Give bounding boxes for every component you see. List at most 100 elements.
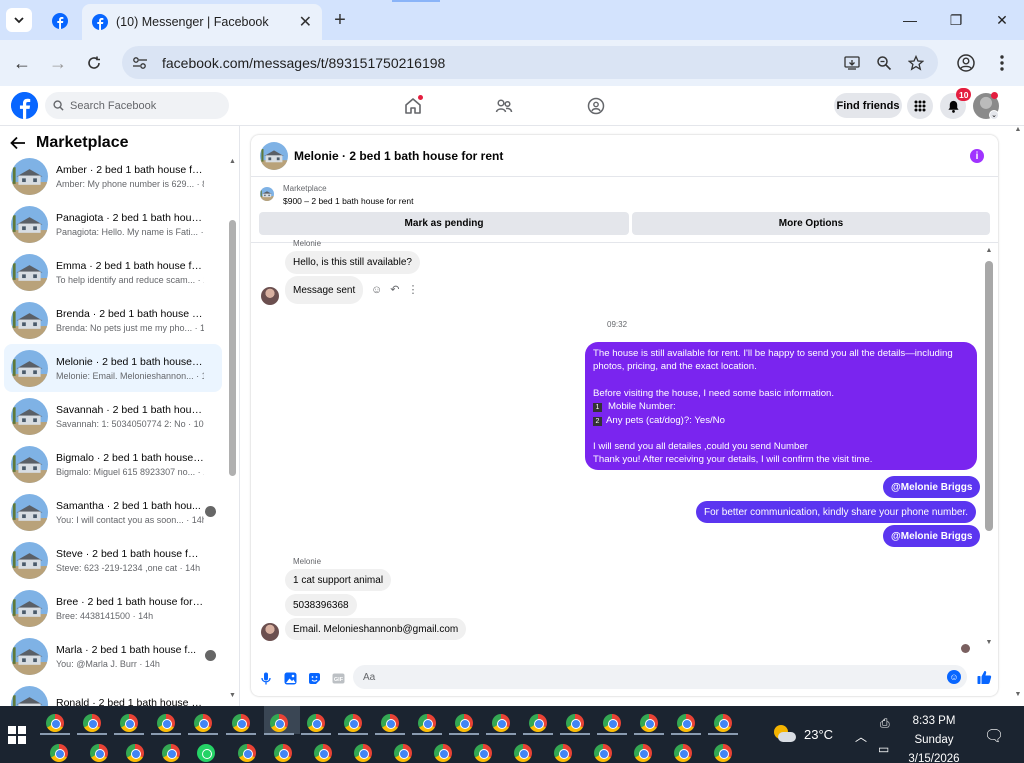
incoming-message[interactable]: Email. Melonieshannonb@gmail.com — [285, 618, 467, 640]
conversation-item[interactable]: Steve · 2 bed 1 bath house for r... Steve… — [4, 536, 222, 584]
chrome-taskbar-icon[interactable] — [314, 744, 332, 762]
microphone-icon[interactable] — [258, 670, 274, 686]
reload-button[interactable] — [82, 51, 106, 75]
chrome-taskbar-icon[interactable] — [162, 744, 180, 762]
reply-icon[interactable]: ↶ — [390, 283, 399, 296]
incoming-message[interactable]: 1 cat support animal — [285, 569, 392, 591]
chrome-taskbar-icon[interactable] — [126, 744, 144, 762]
chrome-taskbar-icon[interactable] — [270, 714, 288, 732]
whatsapp-taskbar-icon[interactable] — [197, 744, 215, 762]
sidebar-scrollbar[interactable]: ▲ ▼ — [229, 158, 236, 700]
chrome-taskbar-icon[interactable] — [529, 714, 547, 732]
minimize-button[interactable]: — — [896, 8, 924, 32]
chrome-taskbar-icon[interactable] — [634, 744, 652, 762]
facebook-logo[interactable] — [11, 92, 38, 119]
chrome-taskbar-icon[interactable] — [354, 744, 372, 762]
new-tab-button[interactable]: + — [328, 8, 352, 32]
listing-small-thumbnail[interactable] — [260, 187, 274, 201]
inactive-facebook-tab[interactable] — [46, 10, 74, 32]
message-input[interactable]: Aa ☺ — [353, 665, 967, 689]
scroll-up-icon[interactable]: ▲ — [229, 158, 236, 165]
chrome-taskbar-icon[interactable] — [677, 714, 695, 732]
close-tab-icon[interactable]: ✕ — [299, 12, 312, 32]
chrome-taskbar-icon[interactable] — [594, 744, 612, 762]
chrome-taskbar-icon[interactable] — [714, 714, 732, 732]
emoji-react-icon[interactable]: ☺ — [371, 284, 382, 296]
groups-nav[interactable] — [585, 95, 607, 117]
scroll-down-icon[interactable]: ▼ — [1014, 691, 1022, 698]
chrome-taskbar-icon[interactable] — [157, 714, 175, 732]
sticker-icon[interactable] — [306, 670, 322, 686]
outgoing-message[interactable]: For better communication, kindly share y… — [696, 501, 977, 523]
browser-menu-button[interactable] — [990, 51, 1014, 75]
chrome-taskbar-icon[interactable] — [566, 714, 584, 732]
chrome-taskbar-icon[interactable] — [455, 714, 473, 732]
chrome-taskbar-icon[interactable] — [603, 714, 621, 732]
chrome-taskbar-icon[interactable] — [714, 744, 732, 762]
chrome-taskbar-icon[interactable] — [674, 744, 692, 762]
melonie-avatar[interactable] — [261, 623, 279, 641]
scroll-down-icon[interactable]: ▼ — [985, 639, 993, 646]
restore-button[interactable]: ❐ — [942, 8, 970, 32]
chrome-taskbar-icon[interactable] — [492, 714, 510, 732]
like-thumbs-up-icon[interactable] — [975, 668, 993, 686]
conversation-item[interactable]: Emma · 2 bed 1 bath house for ... To help… — [4, 248, 222, 296]
incoming-message[interactable]: 5038396368 — [285, 594, 357, 616]
chat-scrollbar[interactable]: ▲ ▼ — [985, 247, 993, 647]
conversation-item[interactable]: Bree · 2 bed 1 bath house for re... Bree:… — [4, 584, 222, 632]
chrome-taskbar-icon[interactable] — [120, 714, 138, 732]
friends-nav[interactable] — [493, 95, 515, 117]
chrome-taskbar-icon[interactable] — [194, 714, 212, 732]
conversation-item[interactable]: Amber · 2 bed 1 bath house for... Amber: … — [4, 152, 222, 200]
chrome-taskbar-icon[interactable] — [232, 714, 250, 732]
more-options-button[interactable]: More Options — [632, 212, 990, 235]
install-app-icon[interactable] — [840, 51, 864, 75]
omnibox[interactable]: facebook.com/messages/t/893151750216198 — [122, 46, 938, 79]
conversation-item[interactable]: Ronald · 2 bed 1 bath house for... — [4, 680, 222, 706]
notification-center-icon[interactable]: 🗨 — [984, 726, 1004, 746]
scroll-up-icon[interactable]: ▲ — [985, 247, 993, 254]
more-options-icon[interactable]: ⋮ — [407, 283, 418, 296]
chrome-taskbar-icon[interactable] — [514, 744, 532, 762]
conversation-item[interactable]: Panagiota · 2 bed 1 bath house ... Panagi… — [4, 200, 222, 248]
conversation-item[interactable]: Melonie · 2 bed 1 bath house f... Melonie… — [4, 344, 222, 392]
facebook-search[interactable]: Search Facebook — [45, 92, 229, 119]
find-friends-button[interactable]: Find friends — [834, 93, 902, 118]
mark-as-pending-button[interactable]: Mark as pending — [259, 212, 629, 235]
chrome-taskbar-icon[interactable] — [381, 714, 399, 732]
chrome-taskbar-icon[interactable] — [418, 714, 436, 732]
zoom-icon[interactable] — [872, 51, 896, 75]
chat-title[interactable]: Melonie · 2 bed 1 bath house for rent — [294, 149, 503, 163]
meet-now-icon[interactable]: ⎙ — [880, 716, 890, 731]
chrome-taskbar-icon[interactable] — [640, 714, 658, 732]
weather-widget[interactable]: 23°C — [772, 724, 833, 744]
active-tab[interactable]: (10) Messenger | Facebook ✕ — [82, 4, 322, 40]
taskbar-clock[interactable]: 8:33 PM Sunday 3/15/2026 — [900, 712, 968, 763]
photo-icon[interactable] — [282, 670, 298, 686]
listing-thumbnail[interactable] — [260, 141, 288, 170]
chrome-taskbar-icon[interactable] — [307, 714, 325, 732]
chrome-taskbar-icon[interactable] — [46, 714, 64, 732]
chevron-up-icon[interactable]: ︿ — [855, 728, 867, 745]
chrome-taskbar-icon[interactable] — [238, 744, 256, 762]
close-window-button[interactable]: ✕ — [988, 8, 1016, 32]
back-arrow-icon[interactable] — [10, 136, 26, 150]
incoming-message[interactable]: Message sent — [285, 276, 364, 304]
conversation-item[interactable]: Brenda · 2 bed 1 bath house for... Brenda… — [4, 296, 222, 344]
bookmark-star-icon[interactable] — [904, 51, 928, 75]
conversation-item[interactable]: Marla · 2 bed 1 bath house f... You: @Mar… — [4, 632, 222, 680]
back-button[interactable]: ← — [10, 51, 34, 75]
emoji-icon[interactable]: ☺ — [947, 670, 961, 684]
chrome-taskbar-icon[interactable] — [434, 744, 452, 762]
outgoing-message-details[interactable]: The house is still available for rent. I… — [585, 342, 977, 470]
scroll-up-icon[interactable]: ▲ — [1014, 126, 1022, 133]
outgoing-mention[interactable]: @Melonie Briggs — [883, 476, 981, 498]
tab-search-button[interactable] — [6, 8, 32, 32]
scroll-down-icon[interactable]: ▼ — [229, 692, 236, 699]
outgoing-mention[interactable]: @Melonie Briggs — [883, 525, 981, 547]
chrome-taskbar-icon[interactable] — [344, 714, 362, 732]
melonie-avatar[interactable] — [261, 287, 279, 305]
gif-icon[interactable]: GIF — [330, 670, 346, 686]
conversation-item[interactable]: Savannah · 2 bed 1 bath house ... Savanna… — [4, 392, 222, 440]
chat-scroll-thumb[interactable] — [985, 261, 993, 531]
